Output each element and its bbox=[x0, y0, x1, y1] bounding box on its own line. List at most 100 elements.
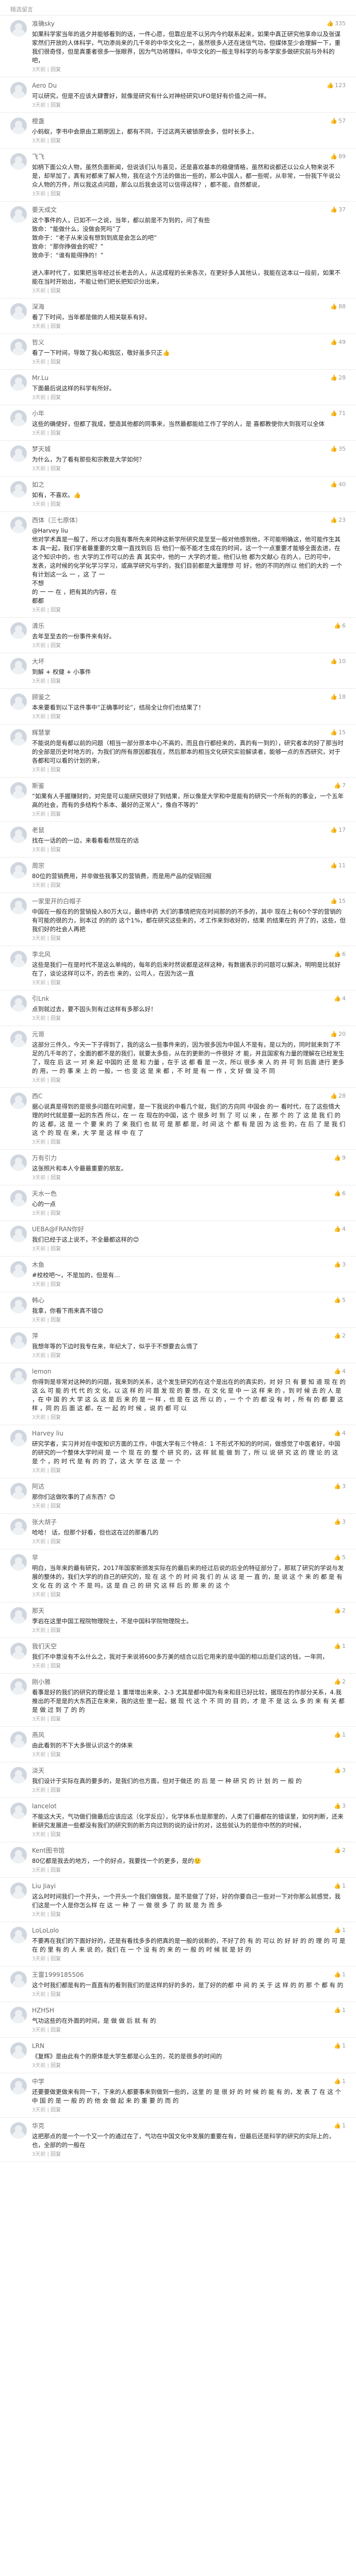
reply-link[interactable]: 回复 bbox=[51, 883, 61, 888]
reply-link[interactable]: 回复 bbox=[51, 359, 61, 365]
like-button[interactable]: 👍 17 bbox=[330, 826, 346, 834]
like-button[interactable]: 👍 2 bbox=[334, 1846, 346, 1855]
reply-link[interactable]: 回复 bbox=[51, 1868, 61, 1873]
like-button[interactable]: 👍 1 bbox=[334, 1642, 346, 1650]
reply-link[interactable]: 回复 bbox=[51, 1716, 61, 1722]
like-button[interactable]: 👍 1 bbox=[334, 1971, 346, 1979]
username[interactable]: 西体（三七原体） bbox=[32, 516, 346, 524]
like-button[interactable]: 👍 5 bbox=[334, 1296, 346, 1304]
avatar[interactable] bbox=[10, 1847, 27, 1863]
username[interactable]: 橙盏 bbox=[32, 117, 346, 125]
avatar[interactable] bbox=[10, 1678, 27, 1695]
username[interactable]: 老鼠 bbox=[32, 826, 346, 834]
reply-link[interactable]: 回复 bbox=[51, 288, 61, 294]
username[interactable]: 王雷1999185506 bbox=[32, 1971, 346, 1979]
reply-link[interactable]: 回复 bbox=[51, 1078, 61, 1083]
reply-link[interactable]: 回复 bbox=[51, 1353, 61, 1359]
reply-link[interactable]: 回复 bbox=[51, 607, 61, 613]
avatar[interactable] bbox=[10, 206, 27, 223]
reply-link[interactable]: 回复 bbox=[51, 1592, 61, 1598]
reply-link[interactable]: 回复 bbox=[51, 1628, 61, 1633]
like-button[interactable]: 👍 49 bbox=[330, 338, 346, 346]
reply-link[interactable]: 回复 bbox=[51, 324, 61, 329]
username[interactable]: 早 bbox=[32, 1554, 346, 1562]
like-button[interactable]: 👍 88 bbox=[330, 303, 346, 311]
reply-link[interactable]: 回复 bbox=[51, 980, 61, 986]
avatar[interactable] bbox=[10, 1731, 27, 1748]
like-button[interactable]: 👍 4 bbox=[334, 1225, 346, 1233]
avatar[interactable] bbox=[10, 153, 27, 170]
reply-link[interactable]: 回复 bbox=[51, 1504, 61, 1509]
reply-link[interactable]: 回复 bbox=[51, 2107, 61, 2113]
avatar[interactable] bbox=[10, 1971, 27, 1988]
like-button[interactable]: 👍 6 bbox=[334, 1190, 346, 1198]
like-button[interactable]: 👍 28 bbox=[330, 374, 346, 382]
like-button[interactable]: 👍 4 bbox=[334, 1367, 346, 1376]
username[interactable]: 天水一色 bbox=[32, 1190, 346, 1198]
avatar[interactable] bbox=[10, 1226, 27, 1242]
avatar[interactable] bbox=[10, 951, 27, 967]
avatar[interactable] bbox=[10, 1927, 27, 1943]
avatar[interactable] bbox=[10, 729, 27, 746]
username[interactable]: 华克 bbox=[32, 2122, 346, 2130]
like-button[interactable]: 👍 28 bbox=[330, 1092, 346, 1100]
username[interactable]: Kent图书馆 bbox=[32, 1846, 346, 1855]
username[interactable]: 梦天城 bbox=[32, 445, 346, 453]
username[interactable]: 燕风 bbox=[32, 1731, 346, 1739]
username[interactable]: Mr.Lu bbox=[32, 374, 346, 382]
reply-link[interactable]: 回复 bbox=[51, 714, 61, 720]
reply-link[interactable]: 回复 bbox=[51, 1415, 61, 1421]
username[interactable]: 李北风 bbox=[32, 950, 346, 959]
like-button[interactable]: 👍 35 bbox=[330, 445, 346, 453]
avatar[interactable] bbox=[10, 658, 27, 674]
avatar[interactable] bbox=[10, 693, 27, 710]
reply-link[interactable]: 回复 bbox=[51, 1175, 61, 1181]
avatar[interactable] bbox=[10, 2042, 27, 2059]
username[interactable]: 飞飞 bbox=[32, 153, 346, 161]
reply-link[interactable]: 回复 bbox=[51, 1468, 61, 1474]
avatar[interactable] bbox=[10, 1518, 27, 1535]
reply-link[interactable]: 回复 bbox=[51, 1992, 61, 1997]
like-button[interactable]: 👍 5 bbox=[334, 1554, 346, 1562]
username[interactable]: 萍 bbox=[32, 1332, 346, 1340]
username[interactable]: 小年 bbox=[32, 409, 346, 418]
username[interactable]: LRN bbox=[32, 2042, 346, 2050]
avatar[interactable] bbox=[10, 1767, 27, 1784]
like-button[interactable]: 👍 1 bbox=[334, 2006, 346, 2014]
like-button[interactable]: 👍 40 bbox=[330, 481, 346, 489]
reply-link[interactable]: 回复 bbox=[51, 138, 61, 144]
reply-link[interactable]: 回复 bbox=[51, 812, 61, 817]
username[interactable]: LoLoLolo bbox=[32, 1926, 346, 1935]
avatar[interactable] bbox=[10, 1154, 27, 1171]
username[interactable]: 哲义 bbox=[32, 338, 346, 346]
username[interactable]: 一家里开的白帽子 bbox=[32, 897, 346, 905]
like-button[interactable]: 👍 1 bbox=[334, 1882, 346, 1890]
like-button[interactable]: 👍 3 bbox=[334, 1766, 346, 1775]
reply-link[interactable]: 回复 bbox=[51, 1663, 61, 1669]
avatar[interactable] bbox=[10, 410, 27, 426]
reply-link[interactable]: 回复 bbox=[51, 1539, 61, 1545]
reply-link[interactable]: 回复 bbox=[51, 502, 61, 507]
like-button[interactable]: 👍 10 bbox=[330, 657, 346, 666]
like-button[interactable]: 👍 6 bbox=[334, 622, 346, 630]
username[interactable]: 张大胡子 bbox=[32, 1518, 346, 1526]
username[interactable]: 引Lnk bbox=[32, 995, 346, 1003]
like-button[interactable]: 👍 3 bbox=[334, 1802, 346, 1810]
avatar[interactable] bbox=[10, 481, 27, 498]
avatar[interactable] bbox=[10, 339, 27, 355]
username[interactable]: 那天 bbox=[32, 1607, 346, 1615]
like-button[interactable]: 👍 1 bbox=[334, 1731, 346, 1739]
like-button[interactable]: 👍 1 bbox=[334, 2077, 346, 2086]
reply-link[interactable]: 回复 bbox=[51, 466, 61, 472]
username[interactable]: 万有引力 bbox=[32, 1154, 346, 1162]
avatar[interactable] bbox=[10, 1093, 27, 1109]
like-button[interactable]: 👍 89 bbox=[330, 153, 346, 161]
like-button[interactable]: 👍 71 bbox=[330, 409, 346, 418]
avatar[interactable] bbox=[10, 1554, 27, 1571]
username[interactable]: 深海 bbox=[32, 303, 346, 311]
reply-link[interactable]: 回复 bbox=[51, 847, 61, 853]
reply-link[interactable]: 回复 bbox=[51, 1317, 61, 1323]
username[interactable]: 淡天 bbox=[32, 1766, 346, 1775]
username[interactable]: 西C bbox=[32, 1092, 346, 1100]
avatar[interactable] bbox=[10, 862, 27, 879]
